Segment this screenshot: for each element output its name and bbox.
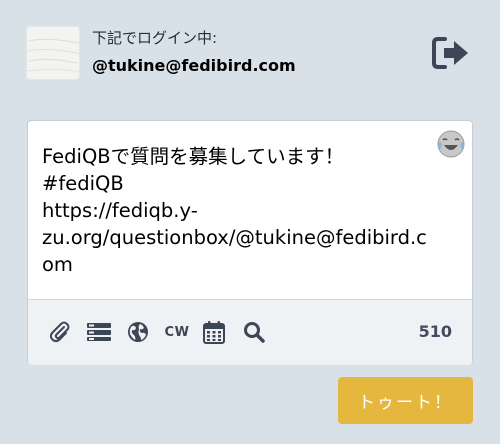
- content-warning-button[interactable]: CW: [164, 320, 190, 344]
- laughing-with-tears-emoji: [437, 130, 465, 158]
- cw-icon: CW: [164, 324, 190, 340]
- poll-button[interactable]: [86, 320, 112, 344]
- compose-toolbar: CW 510: [28, 299, 472, 365]
- account-header: 下記でログイン中: @tukine@fedibird.com: [26, 26, 296, 80]
- globe-icon: [128, 322, 148, 342]
- avatar-image: [27, 27, 79, 79]
- character-counter: 510: [418, 322, 452, 341]
- search-button[interactable]: [242, 320, 266, 344]
- calendar-icon: [203, 321, 225, 344]
- emoji-picker-button[interactable]: [436, 129, 466, 159]
- logout-button[interactable]: [432, 36, 470, 70]
- sign-out-icon: [432, 37, 468, 69]
- search-icon: [244, 322, 265, 343]
- visibility-button[interactable]: [126, 320, 150, 344]
- login-label: 下記でログイン中:: [92, 29, 218, 47]
- attach-media-button[interactable]: [48, 320, 72, 344]
- account-info: 下記でログイン中: @tukine@fedibird.com: [92, 26, 296, 76]
- compose-box: FediQBで質問を募集しています！ #fediQB https://fediq…: [27, 120, 473, 365]
- tasks-icon: [87, 323, 111, 341]
- paperclip-icon: [49, 321, 70, 343]
- compose-textarea[interactable]: FediQBで質問を募集しています！ #fediQB https://fediq…: [42, 143, 442, 278]
- schedule-button[interactable]: [202, 320, 226, 344]
- avatar[interactable]: [26, 26, 80, 80]
- account-handle[interactable]: @tukine@fedibird.com: [92, 56, 296, 76]
- toot-button[interactable]: トゥート！: [338, 377, 473, 424]
